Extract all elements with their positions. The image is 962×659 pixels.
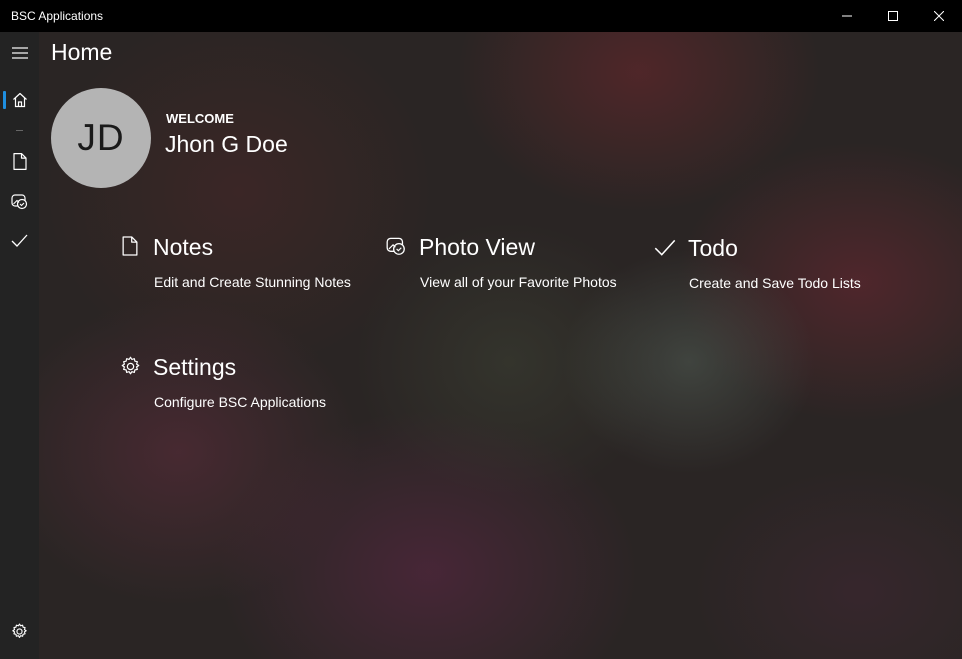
tile-title: Todo [688,235,738,261]
page-title: Home [51,39,113,65]
tile-title: Settings [153,354,237,380]
close-button[interactable] [916,0,962,32]
maximize-icon [888,11,898,21]
hamburger-menu-button[interactable] [0,34,39,72]
title-bar: BSC Applications [0,0,962,32]
tile-title: Notes [153,234,214,260]
tile-description: View all of your Favorite Photos [420,274,617,290]
sidebar-item-settings[interactable] [0,612,39,650]
gear-icon [11,622,28,640]
photo-icon [11,193,28,210]
minimize-icon [842,11,852,21]
sidebar [0,32,39,659]
document-icon [118,234,142,258]
sidebar-item-photo-view[interactable] [0,182,39,220]
gear-icon [118,354,142,378]
maximize-button[interactable] [870,0,916,32]
avatar-initials: JD [77,117,125,158]
checkmark-icon [11,234,28,247]
window-title: BSC Applications [11,9,104,23]
avatar: JD [51,88,151,188]
sidebar-item-todo[interactable] [0,221,39,259]
hamburger-icon [11,47,28,59]
tile-description: Edit and Create Stunning Notes [154,274,351,290]
sidebar-separator [16,130,23,131]
main-content: Home JD WELCOME Jhon G Doe Notes Edit an… [39,32,962,659]
user-name: Jhon G Doe [165,131,288,157]
sidebar-item-notes[interactable] [0,142,39,180]
tile-todo[interactable]: Todo Create and Save Todo Lists [653,235,903,305]
tile-notes[interactable]: Notes Edit and Create Stunning Notes [118,234,368,304]
document-icon [12,152,27,170]
close-icon [934,11,944,21]
home-icon [12,92,28,108]
sidebar-item-home[interactable] [0,81,39,119]
photo-icon [384,234,408,258]
tile-description: Configure BSC Applications [154,394,326,410]
tile-photo-view[interactable]: Photo View View all of your Favorite Pho… [384,234,634,304]
checkmark-icon [653,235,677,259]
welcome-label: WELCOME [166,111,234,126]
tile-description: Create and Save Todo Lists [689,275,861,291]
minimize-button[interactable] [824,0,870,32]
tile-title: Photo View [419,234,535,260]
tile-settings[interactable]: Settings Configure BSC Applications [118,354,368,424]
